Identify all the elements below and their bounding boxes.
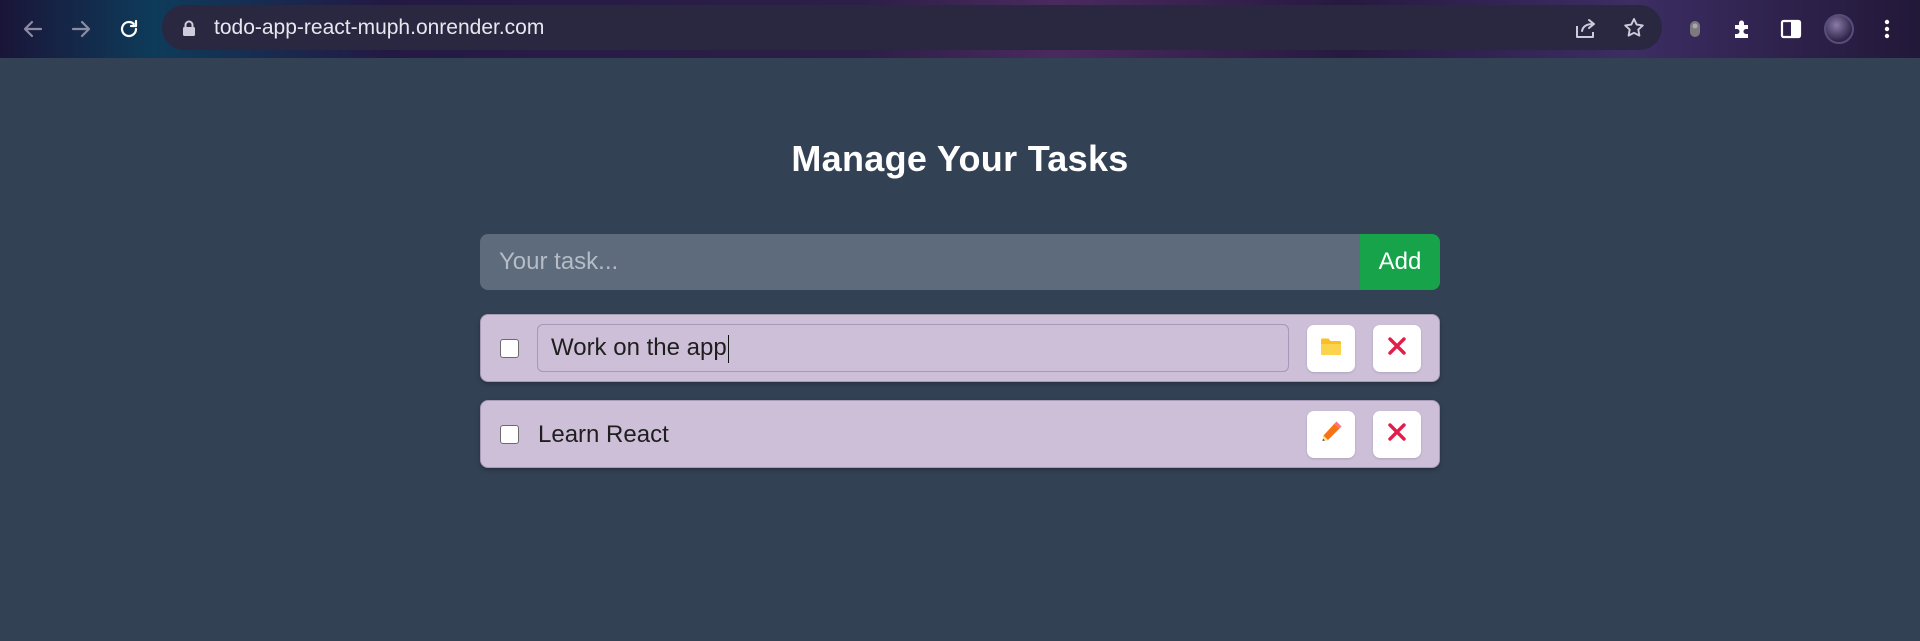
- forward-icon[interactable]: [64, 12, 98, 46]
- share-icon[interactable]: [1572, 14, 1600, 42]
- folder-icon: [1319, 335, 1343, 362]
- task-edit-input[interactable]: Work on the app: [537, 324, 1289, 372]
- add-button[interactable]: Add: [1360, 234, 1440, 290]
- task-item: Learn React: [480, 400, 1440, 468]
- close-icon: [1386, 421, 1408, 448]
- delete-task-button[interactable]: [1373, 325, 1421, 372]
- lock-icon[interactable]: [182, 20, 196, 41]
- address-bar[interactable]: todo-app-react-muph.onrender.com: [162, 5, 1662, 50]
- extension-icon[interactable]: [1678, 12, 1712, 46]
- task-item: Work on the app: [480, 314, 1440, 382]
- puzzle-icon[interactable]: [1726, 12, 1760, 46]
- side-panel-icon[interactable]: [1774, 12, 1808, 46]
- text-caret: [727, 334, 730, 363]
- add-task-form: Add: [480, 234, 1440, 290]
- pencil-icon: [1319, 420, 1343, 449]
- edit-task-button[interactable]: [1307, 411, 1355, 458]
- close-icon: [1386, 335, 1408, 362]
- page-title: Manage Your Tasks: [791, 138, 1129, 179]
- menu-icon[interactable]: [1870, 12, 1904, 46]
- back-icon[interactable]: [16, 12, 50, 46]
- save-task-button[interactable]: [1307, 325, 1355, 372]
- task-checkbox[interactable]: [500, 339, 519, 358]
- delete-task-button[interactable]: [1373, 411, 1421, 458]
- task-checkbox[interactable]: [500, 425, 519, 444]
- browser-toolbar: todo-app-react-muph.onrender.com: [0, 0, 1920, 58]
- task-input[interactable]: [480, 234, 1360, 290]
- star-icon[interactable]: [1620, 14, 1648, 42]
- url-text[interactable]: todo-app-react-muph.onrender.com: [214, 5, 544, 50]
- profile-avatar[interactable]: [1822, 12, 1856, 46]
- task-edit-text: Work on the app: [551, 334, 727, 361]
- task-text: Learn React: [538, 421, 669, 448]
- reload-icon[interactable]: [112, 12, 146, 46]
